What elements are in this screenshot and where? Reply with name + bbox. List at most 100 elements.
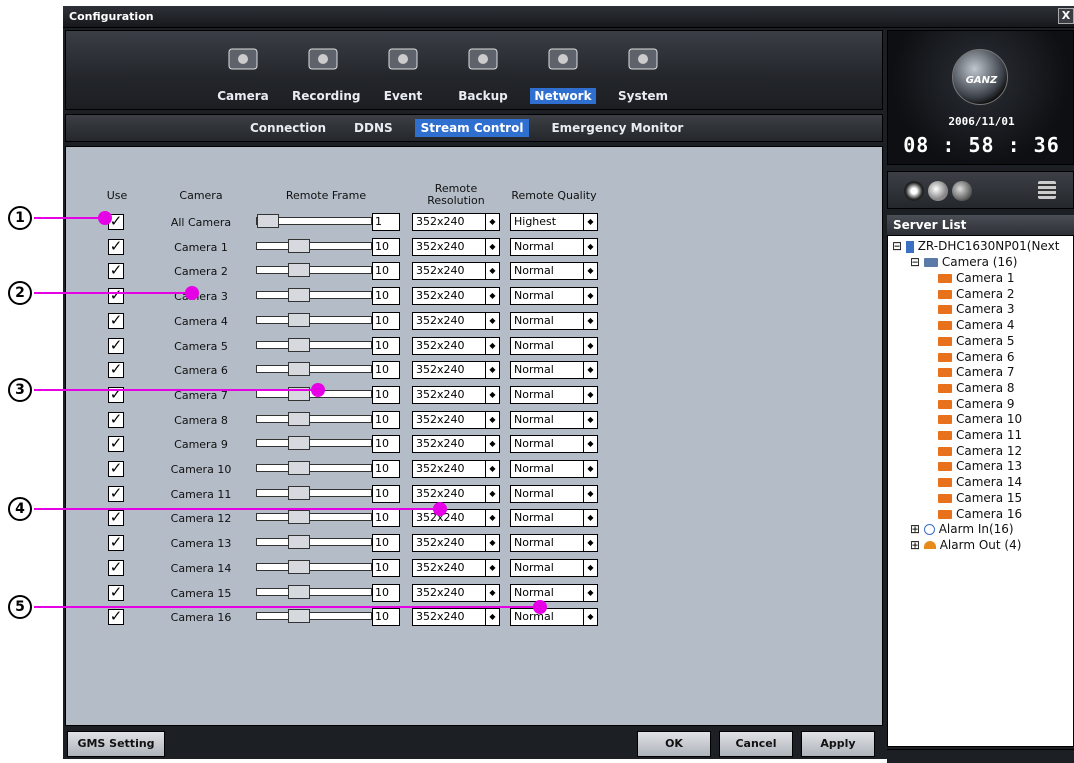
- remote-frame-slider[interactable]: [256, 411, 372, 426]
- slider-thumb[interactable]: [288, 362, 311, 377]
- use-checkbox[interactable]: ✓: [108, 288, 124, 305]
- camera-group-node[interactable]: ⊟ Camera (16): [910, 254, 1017, 270]
- remote-resolution-select[interactable]: 352x240 ◆: [412, 262, 500, 281]
- remote-frame-value[interactable]: 10: [372, 583, 400, 602]
- chevron-down-icon[interactable]: ◆: [485, 288, 499, 305]
- remote-frame-slider[interactable]: [256, 510, 372, 525]
- slider-thumb[interactable]: [288, 584, 311, 599]
- server-node[interactable]: ⊟ ZR-DHC1630NP01(Next: [892, 238, 1059, 254]
- remote-frame-value[interactable]: 10: [372, 336, 400, 355]
- slider-thumb[interactable]: [288, 238, 311, 253]
- slider-thumb[interactable]: [288, 386, 311, 401]
- slider-thumb[interactable]: [288, 337, 311, 352]
- remote-frame-value[interactable]: 1: [372, 213, 400, 231]
- remote-quality-select[interactable]: Normal ◆: [510, 361, 598, 380]
- tree-camera-item[interactable]: Camera 9: [938, 396, 1015, 412]
- alarm-out-node[interactable]: ⊞ Alarm Out (4): [910, 537, 1021, 553]
- use-checkbox[interactable]: ✓: [108, 436, 124, 453]
- remote-frame-slider[interactable]: [256, 238, 372, 253]
- remote-quality-select[interactable]: Normal ◆: [510, 385, 598, 404]
- chevron-down-icon[interactable]: ◆: [583, 263, 597, 280]
- chevron-down-icon[interactable]: ◆: [583, 312, 597, 329]
- chevron-down-icon[interactable]: ◆: [583, 386, 597, 403]
- subtab-emergency-monitor[interactable]: Emergency Monitor: [545, 119, 689, 137]
- remote-frame-slider[interactable]: [256, 214, 372, 228]
- tree-camera-item[interactable]: Camera 12: [938, 443, 1022, 459]
- remote-resolution-select[interactable]: 352x240 ◆: [412, 385, 500, 404]
- chevron-down-icon[interactable]: ◆: [583, 510, 597, 527]
- chevron-down-icon[interactable]: ◆: [485, 411, 499, 428]
- remote-frame-slider[interactable]: [256, 263, 372, 278]
- remote-resolution-select[interactable]: 352x240 ◆: [412, 534, 500, 553]
- chevron-down-icon[interactable]: ◆: [583, 485, 597, 502]
- remote-frame-slider[interactable]: [256, 609, 372, 624]
- slider-thumb[interactable]: [288, 461, 311, 475]
- remote-frame-slider[interactable]: [256, 436, 372, 451]
- search-icon[interactable]: [928, 181, 948, 201]
- horizontal-scrollbar[interactable]: [887, 749, 1074, 763]
- remote-quality-select[interactable]: Normal ◆: [510, 484, 598, 503]
- slider-thumb[interactable]: [288, 485, 311, 500]
- tree-camera-item[interactable]: Camera 6: [938, 349, 1015, 365]
- apply-button[interactable]: Apply: [801, 731, 875, 757]
- slider-thumb[interactable]: [257, 214, 279, 228]
- remote-resolution-select[interactable]: 352x240 ◆: [412, 311, 500, 330]
- remote-frame-slider[interactable]: [256, 288, 372, 303]
- remote-resolution-select[interactable]: 352x240 ◆: [412, 583, 500, 602]
- remote-frame-value[interactable]: 10: [372, 237, 400, 256]
- remote-frame-value[interactable]: 10: [372, 484, 400, 503]
- remote-quality-select[interactable]: Normal ◆: [510, 336, 598, 355]
- remote-frame-value[interactable]: 10: [372, 534, 400, 553]
- remote-frame-slider[interactable]: [256, 312, 372, 327]
- use-checkbox[interactable]: ✓: [108, 238, 124, 255]
- remote-frame-value[interactable]: 10: [372, 385, 400, 404]
- tree-camera-item[interactable]: Camera 8: [938, 380, 1015, 396]
- remote-resolution-select[interactable]: 352x240 ◆: [412, 509, 500, 528]
- remote-frame-value[interactable]: 10: [372, 509, 400, 528]
- globe-icon[interactable]: [952, 181, 972, 201]
- chevron-down-icon[interactable]: ◆: [583, 411, 597, 428]
- remote-quality-select[interactable]: Normal ◆: [510, 558, 598, 577]
- remote-frame-slider[interactable]: [256, 461, 372, 475]
- tab-event[interactable]: Event: [368, 41, 438, 104]
- use-checkbox[interactable]: ✓: [108, 485, 124, 502]
- use-checkbox[interactable]: ✓: [108, 411, 124, 428]
- ok-button[interactable]: OK: [637, 731, 711, 757]
- tree-camera-item[interactable]: Camera 11: [938, 427, 1022, 443]
- remote-frame-value[interactable]: 10: [372, 608, 400, 627]
- chevron-down-icon[interactable]: ◆: [485, 584, 499, 601]
- remote-frame-slider[interactable]: [256, 337, 372, 352]
- chevron-down-icon[interactable]: ◆: [583, 559, 597, 576]
- tree-camera-item[interactable]: Camera 4: [938, 317, 1015, 333]
- tree-camera-item[interactable]: Camera 3: [938, 301, 1015, 317]
- subtab-connection[interactable]: Connection: [244, 119, 332, 137]
- remote-quality-select[interactable]: Normal ◆: [510, 410, 598, 429]
- remote-frame-value[interactable]: 10: [372, 361, 400, 380]
- remote-quality-select[interactable]: Normal ◆: [510, 460, 598, 478]
- tab-recording[interactable]: Recording: [288, 41, 361, 104]
- use-checkbox[interactable]: ✓: [108, 584, 124, 601]
- remote-resolution-select[interactable]: 352x240 ◆: [412, 460, 500, 478]
- use-checkbox[interactable]: ✓: [108, 510, 124, 527]
- alarm-in-node[interactable]: ⊞ Alarm In(16): [910, 521, 1014, 537]
- subtab-ddns[interactable]: DDNS: [348, 119, 399, 137]
- remote-quality-select[interactable]: Normal ◆: [510, 608, 598, 627]
- chevron-down-icon[interactable]: ◆: [485, 214, 499, 230]
- tree-camera-item[interactable]: Camera 14: [938, 474, 1022, 490]
- use-checkbox[interactable]: ✓: [108, 214, 124, 230]
- slider-thumb[interactable]: [288, 609, 311, 624]
- tree-camera-item[interactable]: Camera 1: [938, 270, 1015, 286]
- remote-quality-select[interactable]: Normal ◆: [510, 287, 598, 306]
- remote-frame-value[interactable]: 10: [372, 287, 400, 306]
- remote-quality-select[interactable]: Normal ◆: [510, 509, 598, 528]
- chevron-down-icon[interactable]: ◆: [583, 362, 597, 379]
- use-checkbox[interactable]: ✓: [108, 535, 124, 552]
- chevron-down-icon[interactable]: ◆: [583, 461, 597, 477]
- remote-quality-select[interactable]: Normal ◆: [510, 237, 598, 256]
- chevron-down-icon[interactable]: ◆: [583, 584, 597, 601]
- remote-frame-value[interactable]: 10: [372, 410, 400, 429]
- use-checkbox[interactable]: ✓: [108, 609, 124, 626]
- tree-camera-item[interactable]: Camera 15: [938, 490, 1022, 506]
- tree-camera-item[interactable]: Camera 5: [938, 333, 1015, 349]
- use-checkbox[interactable]: ✓: [108, 461, 124, 477]
